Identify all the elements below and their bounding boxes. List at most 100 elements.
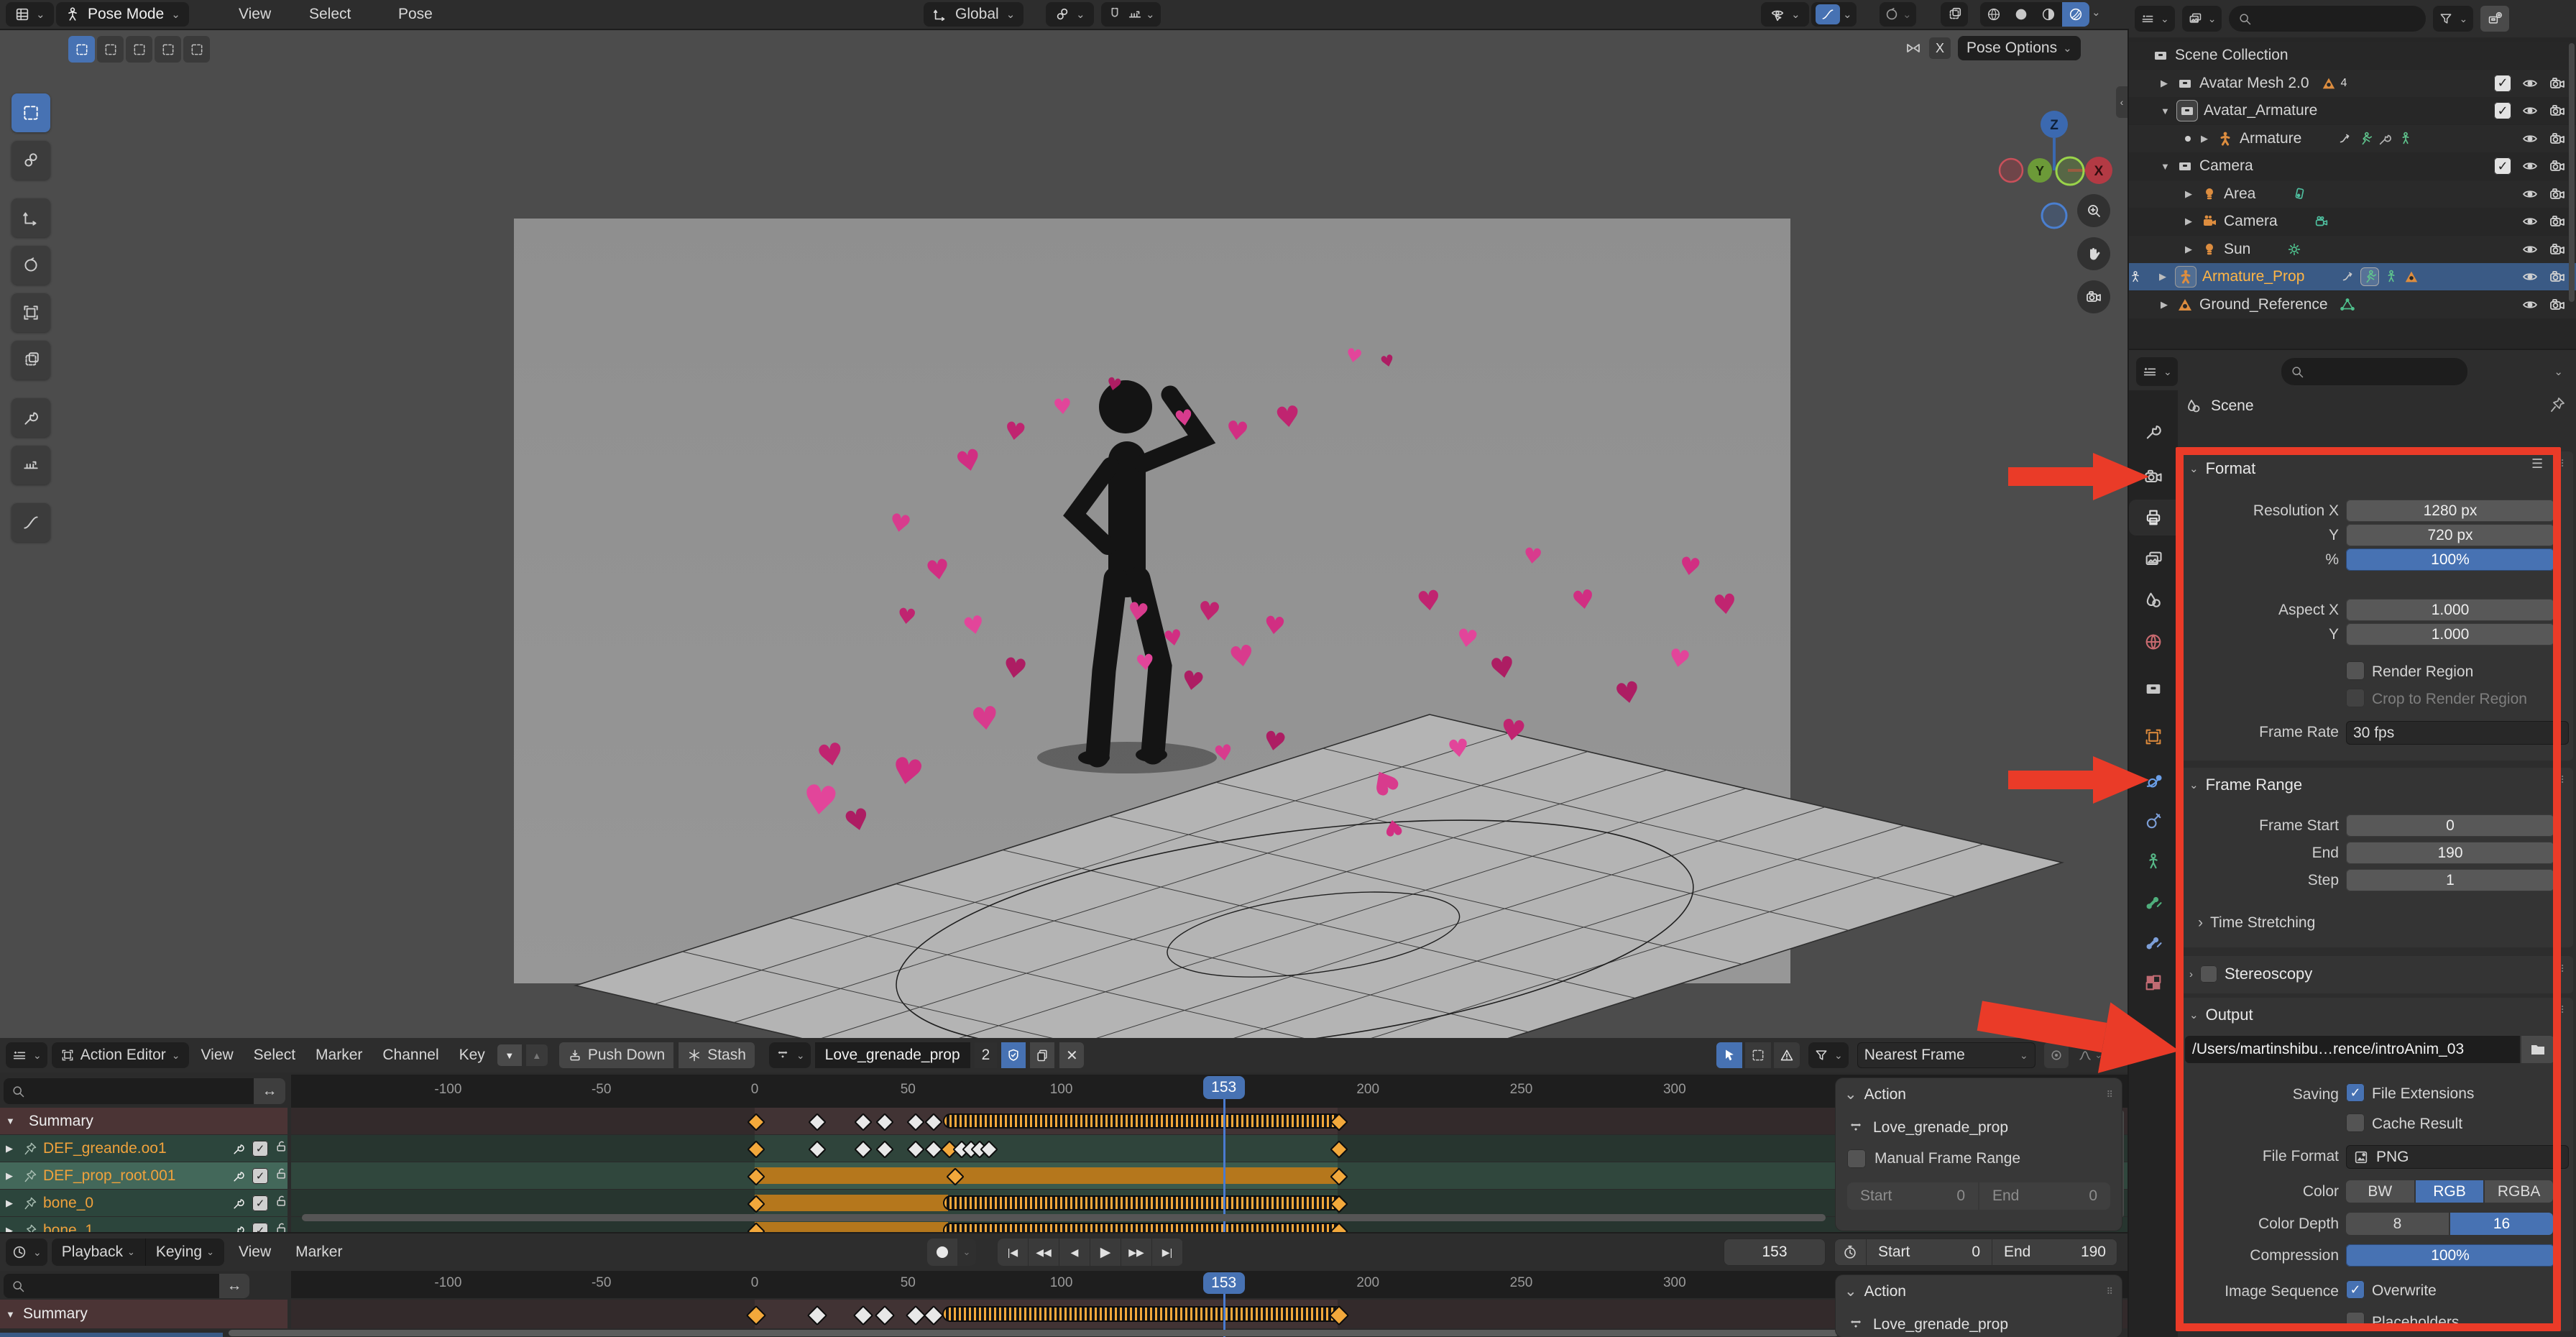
expander[interactable]: ▶ xyxy=(2161,78,2176,89)
playhead-chip[interactable]: 153 xyxy=(1203,1076,1245,1099)
outliner-search-input[interactable] xyxy=(2229,6,2426,32)
subsection-time-stretching[interactable]: ›Time Stretching xyxy=(2198,914,2315,932)
nav-zoom-button[interactable] xyxy=(2077,194,2110,227)
tab-texture-checker[interactable] xyxy=(2129,965,2178,1001)
prop-checkbox[interactable]: ✓ xyxy=(2346,1083,2365,1102)
disable-render-icon[interactable] xyxy=(2549,157,2566,175)
hide-viewport-icon[interactable] xyxy=(2521,75,2539,92)
disable-render-icon[interactable] xyxy=(2549,185,2566,203)
tab-world-globe[interactable] xyxy=(2129,624,2178,660)
tool-tweak-select[interactable] xyxy=(12,93,50,132)
exclude-checkbox[interactable]: ✓ xyxy=(2494,102,2511,119)
expander[interactable]: ▶ xyxy=(2201,133,2217,144)
show-errors-button[interactable] xyxy=(1774,1042,1800,1068)
channel-row-bone_0[interactable]: ▶bone_0✓ xyxy=(0,1190,288,1216)
expander[interactable]: ▶ xyxy=(2185,188,2201,200)
mirror-icon[interactable] xyxy=(1905,40,1922,57)
lock-icon[interactable] xyxy=(275,1194,289,1213)
viewport-3d[interactable]: ♥♥♥♥♥♥♥♥♥♥♥♥♥♥♥♥♥♥♥♥♥♥♥♥♥♥♥♥♥♥♥♥♥♥♥♥♥♥♥♥… xyxy=(0,30,2128,1038)
prop-dropdown-file-format[interactable]: PNG⌄ xyxy=(2346,1145,2569,1169)
timeline-editor-type[interactable]: ⌄ xyxy=(6,1239,47,1266)
prop-field-end[interactable]: 190 xyxy=(2346,842,2554,864)
timeline-search-input[interactable] xyxy=(4,1274,219,1298)
disable-render-icon[interactable] xyxy=(2549,75,2566,92)
tab-viewlayer-images[interactable] xyxy=(2129,541,2178,577)
disable-render-icon[interactable] xyxy=(2549,130,2566,147)
timeline-next-channel-partial[interactable] xyxy=(0,1333,223,1337)
tool-cursor[interactable] xyxy=(12,141,50,180)
manual-range-checkbox[interactable] xyxy=(1847,1149,1866,1168)
channel-row-DEF_greande.oo1[interactable]: ▶DEF_greande.oo1✓ xyxy=(0,1135,288,1162)
hide-viewport-icon[interactable] xyxy=(2521,213,2539,230)
outliner-row[interactable]: ▶Sun xyxy=(2129,236,2576,263)
snap-group[interactable]: ⌄ xyxy=(1101,2,1161,27)
prop-field-aspect-x[interactable]: 1.000 xyxy=(2346,599,2554,621)
seg-bw[interactable]: BW xyxy=(2346,1180,2414,1203)
current-frame-field[interactable]: 153 xyxy=(1724,1239,1826,1266)
shading-solid-button[interactable] xyxy=(2007,2,2035,27)
tab-render-camera[interactable] xyxy=(2129,459,2178,495)
pivot-dropdown[interactable]: ⌄ xyxy=(1046,2,1094,27)
disable-render-icon[interactable] xyxy=(2549,102,2566,119)
outliner-filter-dropdown[interactable]: ⌄ xyxy=(2433,6,2473,32)
expander[interactable]: ▶ xyxy=(2185,244,2201,255)
tab-scene-props[interactable] xyxy=(2129,582,2178,618)
visibility-dropdown[interactable]: ⌄ xyxy=(1761,2,1809,27)
dope-filter-dropdown[interactable]: ⌄ xyxy=(1808,1042,1849,1068)
properties-editor-type[interactable]: ⌄ xyxy=(2136,357,2178,386)
transport-prev-frame-button[interactable]: ◀ xyxy=(1059,1239,1090,1266)
timeline-search-expand[interactable]: ↔ xyxy=(219,1274,249,1298)
playhead-line[interactable] xyxy=(1223,1099,1225,1232)
rotate-overlay-icon[interactable] xyxy=(1884,6,1900,22)
select-mode-4[interactable] xyxy=(183,36,210,63)
record-button[interactable] xyxy=(927,1239,957,1266)
snap-dropdown[interactable]: Nearest Frame⌄ xyxy=(1857,1042,2036,1068)
snap-magnet-icon[interactable] xyxy=(1107,6,1123,22)
shading-material-button[interactable] xyxy=(2035,2,2062,27)
timeline-menu-marker[interactable]: Marker xyxy=(285,1239,352,1266)
hide-viewport-icon[interactable] xyxy=(2521,268,2539,285)
channel-search-input[interactable] xyxy=(4,1078,254,1104)
transport-jump-end-button[interactable]: ▶| xyxy=(1152,1239,1183,1266)
expander[interactable]: ▶ xyxy=(6,1198,23,1209)
transport-prev-keyframe-button[interactable]: ◀◀ xyxy=(1029,1239,1059,1266)
prop-slider[interactable]: 100% xyxy=(2346,1244,2554,1267)
modifier-icon[interactable] xyxy=(231,1223,246,1233)
section-header[interactable]: ⌄Output xyxy=(2189,1003,2253,1027)
exclude-checkbox[interactable]: ✓ xyxy=(2494,75,2511,92)
dope-editor-type[interactable]: ⌄ xyxy=(6,1042,47,1068)
modifier-icon[interactable] xyxy=(231,1169,246,1183)
range-end-field[interactable]: End190 xyxy=(1992,1239,2117,1266)
hide-viewport-icon[interactable] xyxy=(2521,241,2539,258)
pin-button[interactable] xyxy=(2549,396,2566,418)
mode-dropdown[interactable]: Pose Mode⌄ xyxy=(56,2,189,27)
outliner-row[interactable]: ▶Area xyxy=(2129,180,2576,208)
dope-proportional[interactable] xyxy=(2044,1042,2069,1068)
expander[interactable]: ▶ xyxy=(6,1143,23,1154)
hide-viewport-icon[interactable] xyxy=(2521,185,2539,203)
tool-transform[interactable] xyxy=(12,341,50,380)
hide-viewport-icon[interactable] xyxy=(2521,130,2539,147)
disable-render-icon[interactable] xyxy=(2549,268,2566,285)
tool-scale[interactable] xyxy=(12,293,50,332)
orientation-dropdown[interactable]: Global⌄ xyxy=(924,2,1024,27)
channel-enable-checkbox[interactable]: ✓ xyxy=(252,1223,268,1233)
pose-options-dropdown[interactable]: Pose Options⌄ xyxy=(1958,36,2081,60)
unlink-action-button[interactable]: ✕ xyxy=(1059,1042,1084,1068)
dope-menu-channel[interactable]: Channel xyxy=(374,1042,446,1068)
disable-render-icon[interactable] xyxy=(2549,213,2566,230)
outliner-filter-mode[interactable]: ⌄ xyxy=(2182,6,2222,32)
gizmo-toggle[interactable] xyxy=(1941,2,1968,27)
pin-icon[interactable] xyxy=(23,1141,37,1156)
exclude-checkbox[interactable]: ✓ xyxy=(2494,157,2511,175)
new-action-button[interactable] xyxy=(1030,1042,1054,1068)
pin-icon[interactable] xyxy=(23,1223,37,1233)
timeline-playhead-chip[interactable]: 153 xyxy=(1203,1272,1245,1294)
channel-search-expand[interactable]: ↔ xyxy=(254,1078,285,1104)
expander[interactable]: ▼ xyxy=(6,1116,23,1126)
channel-enable-checkbox[interactable]: ✓ xyxy=(252,1168,268,1184)
panel-header[interactable]: ⌄Action⠿ xyxy=(1836,1275,2122,1308)
select-mode-1[interactable] xyxy=(97,36,124,63)
browse-folder-button[interactable] xyxy=(2521,1036,2554,1063)
outliner-row[interactable]: ▶Armature xyxy=(2129,125,2576,152)
